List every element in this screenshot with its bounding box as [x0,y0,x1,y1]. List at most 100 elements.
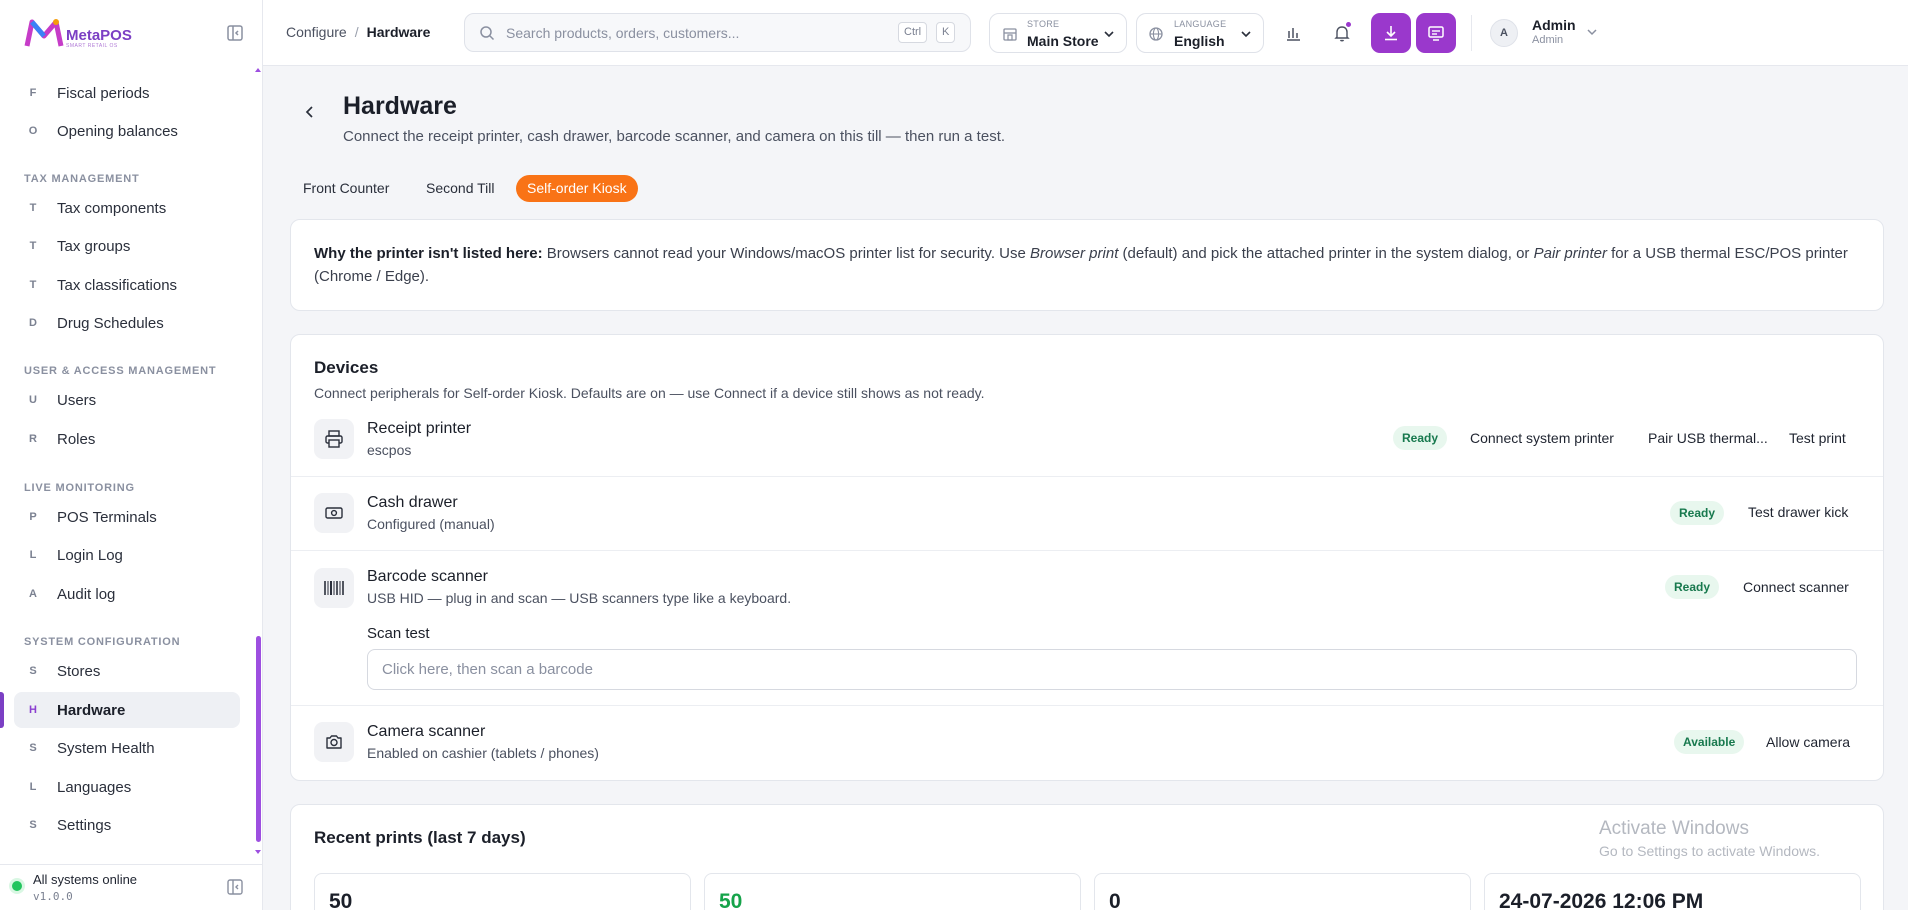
chevron-down-icon[interactable] [1586,27,1598,37]
barcode-icon [314,568,354,608]
recent-prints-title: Recent prints (last 7 days) [314,828,526,847]
device-desc: Enabled on cashier (tablets / phones) [367,745,599,761]
breadcrumb-current: Hardware [366,24,431,40]
printer-info-text: Why the printer isn't listed here: Brows… [314,242,1859,288]
page-subtitle: Connect the receipt printer, cash drawer… [343,128,1006,145]
sidebar-item-label: Tax groups [57,237,131,255]
stat-card: 0 [1094,873,1471,910]
sidebar-item-stores[interactable]: S Stores [14,653,240,689]
sidebar-item-abbr: L [29,781,37,793]
scroll-down-icon[interactable] [254,848,262,856]
sidebar-item-label: Roles [57,430,96,448]
store-select[interactable]: STORE Main Store [989,13,1127,53]
sidebar-item-fiscal-periods[interactable]: F Fiscal periods [14,75,240,111]
allow-camera-button[interactable]: Allow camera [1766,734,1850,750]
sidebar-item-audit-log[interactable]: A Audit log [14,576,240,612]
info-emphasis-browser-print: Browser print [1030,245,1119,262]
user-name[interactable]: Admin [1532,17,1576,33]
scrollbar-thumb[interactable] [256,636,261,842]
sidebar-item-abbr: T [29,240,37,252]
sidebar-item-system-health[interactable]: S System Health [14,730,240,766]
test-drawer-kick-button[interactable]: Test drawer kick [1748,504,1848,520]
sidebar-item-tax-classifications[interactable]: T Tax classifications [14,267,240,303]
brand[interactable]: MetaPOS SMART RETAIL OS [0,0,262,66]
connect-scanner-button[interactable]: Connect scanner [1743,579,1849,595]
info-lead: Why the printer isn't listed here: [314,245,543,262]
sidebar-item-label: POS Terminals [57,508,157,526]
search-input[interactable] [506,14,866,51]
sidebar-item-label: Tax classifications [57,276,178,294]
pair-usb-thermal-button[interactable]: Pair USB thermal... [1648,430,1768,446]
language-value: English [1174,33,1225,49]
sidebar-item-abbr: D [29,317,37,329]
sidebar-item-abbr: P [29,511,37,523]
tab-second-till[interactable]: Second Till [415,175,505,202]
connect-system-printer-button[interactable]: Connect system printer [1470,430,1614,446]
notification-badge [1345,21,1352,28]
test-print-button[interactable]: Test print [1789,430,1846,446]
sidebar-item-label: Fiscal periods [57,84,150,102]
device-row-camera-scanner: Camera scanner Enabled on cashier (table… [291,705,1883,780]
store-icon [1003,28,1017,41]
sidebar-item-users[interactable]: U Users [14,382,240,418]
windows-activation-title: Activate Windows [1599,818,1749,839]
windows-activation-hint: Go to Settings to activate Windows. [1599,843,1820,859]
sidebar-item-label: Opening balances [57,122,178,140]
sidebar-item-abbr: O [28,125,38,137]
status-badge: Available [1674,730,1745,754]
printer-info-card: Why the printer isn't listed here: Brows… [290,219,1884,311]
pos-terminal-icon [1428,26,1444,41]
language-select[interactable]: LANGUAGE English [1136,13,1264,53]
sidebar-footer: All systems online v1.0.0 [0,864,262,910]
globe-icon [1149,27,1163,41]
sidebar-item-label: Drug Schedules [57,314,164,332]
printer-icon [314,419,354,459]
sidebar-item-tax-components[interactable]: T Tax components [14,190,240,226]
back-arrow-icon[interactable] [300,102,320,122]
scroll-up-icon[interactable] [254,66,262,74]
sidebar-item-drug-schedules[interactable]: D Drug Schedules [14,305,240,341]
search-box[interactable]: Ctrl K [464,13,971,52]
sidebar-item-pos-terminals[interactable]: P POS Terminals [14,499,240,535]
sidebar-item-roles[interactable]: R Roles [14,421,240,457]
tab-self-order-kiosk[interactable]: Self-order Kiosk [516,175,638,202]
stat-value: 24-07-2026 12:06 PM [1499,890,1704,910]
search-icon [480,26,495,41]
sidebar-collapse-icon[interactable] [226,878,244,896]
devices-subtitle: Connect peripherals for Self-order Kiosk… [314,385,985,401]
sidebar-item-hardware[interactable]: H Hardware [14,692,240,728]
sidebar-item-label: Hardware [57,701,126,719]
sidebar-scrollbar[interactable] [254,66,262,856]
breadcrumb-parent[interactable]: Configure [286,24,347,40]
tab-front-counter[interactable]: Front Counter [292,175,400,202]
bar-chart-icon [1287,28,1300,41]
sidebar-collapse-icon[interactable] [225,23,245,43]
analytics-button[interactable] [1273,13,1313,53]
notifications-button[interactable] [1322,13,1362,53]
pos-register-button[interactable] [1416,13,1456,53]
sidebar-nav: F Fiscal periods O Opening balances Tax Ma… [0,66,262,856]
sidebar-section-live-monitoring: Live Monitoring [24,482,135,494]
sidebar: MetaPOS SMART RETAIL OS F Fiscal periods … [0,0,263,910]
stat-value: 50 [329,890,353,910]
sidebar-item-opening-balances[interactable]: O Opening balances [14,113,240,149]
store-caption: STORE [1027,19,1060,29]
devices-title: Devices [314,358,379,377]
sidebar-item-login-log[interactable]: L Login Log [14,537,240,573]
scan-test-input[interactable] [367,649,1857,690]
info-text-part: (default) and pick the attached printer … [1118,245,1534,262]
sidebar-item-label: Login Log [57,546,123,564]
status-badge: Ready [1393,426,1448,450]
sidebar-item-settings[interactable]: S Settings [14,807,240,843]
sidebar-item-abbr: A [29,588,37,600]
sidebar-item-label: Languages [57,778,132,796]
sidebar-item-label: System Health [57,739,155,757]
brand-tagline: SMART RETAIL OS [66,43,118,49]
sidebar-item-languages[interactable]: L Languages [14,769,240,805]
top-bar: Configure / Hardware Ctrl K STORE Main Sto… [263,0,1908,66]
download-button[interactable] [1371,13,1411,53]
sidebar-item-tax-groups[interactable]: T Tax groups [14,228,240,264]
avatar[interactable]: A [1490,19,1518,47]
device-desc: Configured (manual) [367,516,495,532]
stat-card: 50 [314,873,691,910]
